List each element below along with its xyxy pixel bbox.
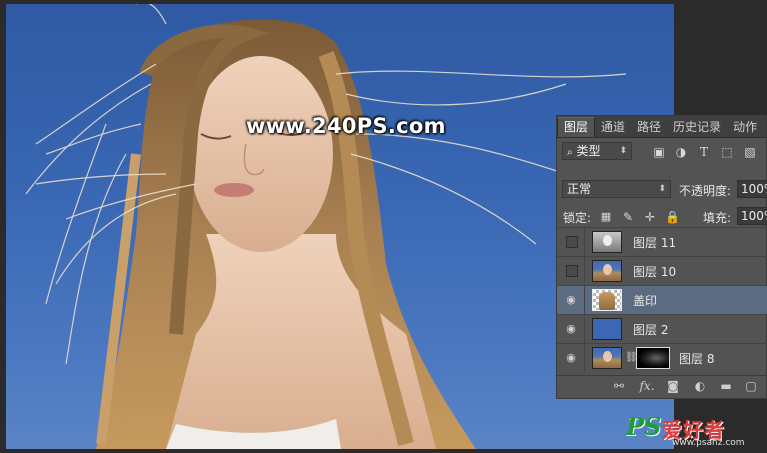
- tab-channels[interactable]: 通道: [595, 118, 631, 137]
- filter-row: ⌕ 类型 ⬍ ▣ ◑ T ⬚ ▧: [557, 140, 766, 162]
- layer-thumbnail: [592, 347, 622, 369]
- folder-icon[interactable]: ▬: [718, 379, 734, 393]
- layers-panel: 图层 通道 路径 历史记录 动作 ⌕ 类型 ⬍ ▣ ◑ T ⬚ ▧ 正常 ⬍ 不…: [556, 115, 767, 399]
- add-mask-icon[interactable]: ◙: [665, 379, 681, 393]
- select-arrows-icon: ⬍: [619, 146, 627, 156]
- opacity-label: 不透明度:: [679, 184, 732, 198]
- divider: [584, 228, 585, 257]
- layer-row[interactable]: 图层 11: [557, 227, 767, 257]
- layer-name: 图层 2: [633, 323, 669, 337]
- layer-name: 图层 10: [633, 265, 677, 279]
- layer-name: 图层 8: [679, 352, 715, 366]
- layer-row-selected[interactable]: ◉ 盖印: [557, 285, 767, 315]
- divider: [584, 257, 585, 286]
- logo-url-text: www.psahz.com: [672, 438, 745, 448]
- layer-row[interactable]: ◉ ⛓ 图层 8: [557, 343, 767, 373]
- blend-mode-select[interactable]: 正常 ⬍: [562, 180, 671, 198]
- divider: [584, 286, 585, 315]
- layer-row[interactable]: 图层 10: [557, 256, 767, 286]
- visibility-toggle-off[interactable]: [566, 265, 578, 277]
- divider: [584, 344, 585, 373]
- adjustment-icon[interactable]: ◐: [692, 379, 708, 393]
- search-icon: ⌕: [567, 147, 573, 158]
- tab-actions[interactable]: 动作: [727, 118, 763, 137]
- visibility-toggle-off[interactable]: [566, 236, 578, 248]
- tab-history[interactable]: 历史记录: [667, 118, 727, 137]
- pixel-filter-icon[interactable]: ▣: [652, 145, 666, 159]
- fx-icon[interactable]: fx.: [639, 379, 655, 393]
- lock-row: 锁定: ▦ ✎ ✛ 🔒 填充: 100%: [557, 206, 767, 228]
- filter-kind-select[interactable]: ⌕ 类型 ⬍: [562, 142, 632, 160]
- filter-kind-label: 类型: [576, 144, 601, 158]
- link-icon[interactable]: ⚯: [611, 379, 627, 393]
- panel-bottom-bar: ⚯ fx. ◙ ◐ ▬ ▢: [557, 375, 766, 398]
- shape-filter-icon[interactable]: ⬚: [720, 145, 734, 159]
- fill-label: 填充:: [703, 211, 732, 225]
- blend-row: 正常 ⬍ 不透明度: 100%: [557, 178, 767, 200]
- eye-icon[interactable]: ◉: [565, 294, 577, 306]
- site-logo: PS 爱好者 www.psahz.com: [626, 412, 764, 450]
- watermark-text: www.240PS.com: [246, 114, 446, 138]
- fill-field[interactable]: 100%: [737, 207, 767, 225]
- lock-position-move-icon[interactable]: ✛: [643, 210, 657, 224]
- smart-object-filter-icon[interactable]: ▧: [743, 145, 757, 159]
- layer-thumbnail: [592, 318, 622, 340]
- layer-thumbnail: [592, 260, 622, 282]
- layer-thumbnail: [592, 231, 622, 253]
- new-layer-icon[interactable]: ▢: [743, 379, 759, 393]
- eye-icon[interactable]: ◉: [565, 352, 577, 364]
- adjustment-filter-icon[interactable]: ◑: [674, 145, 688, 159]
- opacity-field[interactable]: 100%: [737, 180, 767, 198]
- lock-pixels-brush-icon[interactable]: ✎: [621, 210, 635, 224]
- logo-ps-text: PS: [626, 412, 662, 441]
- tab-paths[interactable]: 路径: [631, 118, 667, 137]
- layer-name: 图层 11: [633, 236, 677, 250]
- lock-all-icon[interactable]: 🔒: [665, 210, 680, 224]
- layer-thumbnail: [592, 289, 622, 311]
- eye-icon[interactable]: ◉: [565, 323, 577, 335]
- divider: [584, 315, 585, 344]
- layer-name: 盖印: [633, 294, 658, 308]
- select-arrows-icon: ⬍: [658, 184, 666, 194]
- layer-row[interactable]: ◉ 图层 2: [557, 314, 767, 344]
- type-filter-icon[interactable]: T: [697, 145, 711, 159]
- layer-mask-thumbnail[interactable]: [636, 347, 670, 369]
- panel-tabs: 图层 通道 路径 历史记录 动作: [557, 116, 766, 138]
- lock-transparency-icon[interactable]: ▦: [599, 210, 613, 224]
- blend-mode-label: 正常: [567, 182, 592, 196]
- tab-layers[interactable]: 图层: [557, 117, 596, 137]
- lock-label: 锁定:: [563, 211, 592, 225]
